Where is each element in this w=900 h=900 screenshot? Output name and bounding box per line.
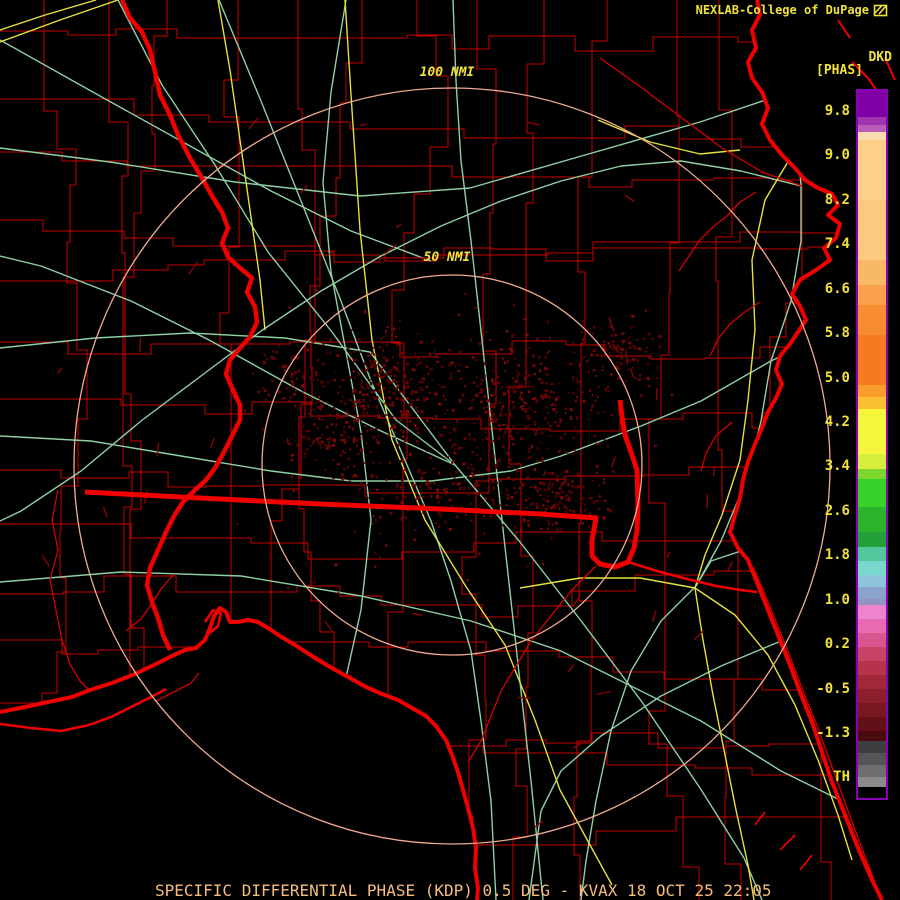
colorbar-label: -0.5 (816, 681, 850, 697)
colorbar-segment (858, 532, 886, 547)
colorbar-label: 8.2 (824, 192, 850, 208)
colorbar-segment (858, 587, 886, 599)
colorbar-segment (858, 479, 886, 507)
colorbar-segment (858, 117, 886, 125)
cod-logo-icon (873, 4, 888, 16)
colorbar-label: 3.4 (824, 458, 850, 474)
colorbar-segment (858, 200, 886, 260)
colorbar-segment (858, 91, 886, 117)
colorbar-segment (858, 741, 886, 753)
colorbar-segment (858, 689, 886, 703)
radar-map-canvas (0, 0, 900, 900)
colorbar-segment (858, 260, 886, 285)
product-tag: [PHAS] (816, 63, 863, 78)
colorbar-segment (858, 547, 886, 561)
colorbar-segment (858, 717, 886, 731)
colorbar-segment (858, 469, 886, 479)
colorbar-segment (858, 385, 886, 397)
colorbar-segment (858, 285, 886, 305)
colorbar-label: 5.8 (824, 325, 850, 341)
colorbar-segment (858, 787, 886, 797)
colorbar-segment (858, 507, 886, 532)
colorbar-segment (858, 335, 886, 385)
colorbar-label: TH (833, 769, 850, 785)
colorbar-segment (858, 454, 886, 469)
colorbar-label: 9.0 (824, 147, 850, 163)
colorbar-segment (858, 132, 886, 140)
colorbar-label: 2.6 (824, 503, 850, 519)
colorbar-segment (858, 605, 886, 619)
colorbar-label: 7.4 (824, 236, 850, 252)
colorbar-label: 5.0 (824, 370, 850, 386)
range-ring-label-50nmi: 50 NMI (423, 250, 471, 265)
colorbar-segment (858, 409, 886, 454)
colorbar-segment (858, 619, 886, 633)
radar-display: 100 NMI 50 NMI NEXLAB-College of DuPage … (0, 0, 900, 900)
colorbar-label: 9.8 (824, 103, 850, 119)
colorbar-label: -1.3 (816, 725, 850, 741)
range-ring-label-100nmi: 100 NMI (419, 65, 475, 80)
colorbar-scale (856, 89, 888, 800)
colorbar-segment (858, 647, 886, 661)
colorbar-segment (858, 765, 886, 777)
colorbar-label: 6.6 (824, 281, 850, 297)
colorbar-label: 1.0 (824, 592, 850, 608)
colorbar-label: 1.8 (824, 547, 850, 563)
site-title-text: NEXLAB-College of DuPage (695, 3, 869, 17)
colorbar-segment (858, 777, 886, 787)
colorbar-segment (858, 397, 886, 409)
colorbar-segment (858, 125, 886, 132)
colorbar-segment (858, 675, 886, 689)
colorbar-segment (858, 753, 886, 765)
colorbar-segment (858, 661, 886, 675)
site-title-block: NEXLAB-College of DuPage (696, 3, 888, 17)
colorbar-segment (858, 575, 886, 587)
colorbar-label: 0.2 (824, 636, 850, 652)
colorbar-segment (858, 633, 886, 647)
colorbar-segment (858, 703, 886, 717)
colorbar-segment (858, 561, 886, 575)
colorbar-label: 4.2 (824, 414, 850, 430)
colorbar-segment (858, 731, 886, 741)
ocean-mask (0, 0, 900, 900)
colorbar-segment (858, 305, 886, 335)
status-bar: SPECIFIC DIFFERENTIAL PHASE (KDP) 0.5 DE… (155, 881, 772, 900)
product-code: DKD (868, 50, 892, 65)
colorbar-segment (858, 140, 886, 200)
